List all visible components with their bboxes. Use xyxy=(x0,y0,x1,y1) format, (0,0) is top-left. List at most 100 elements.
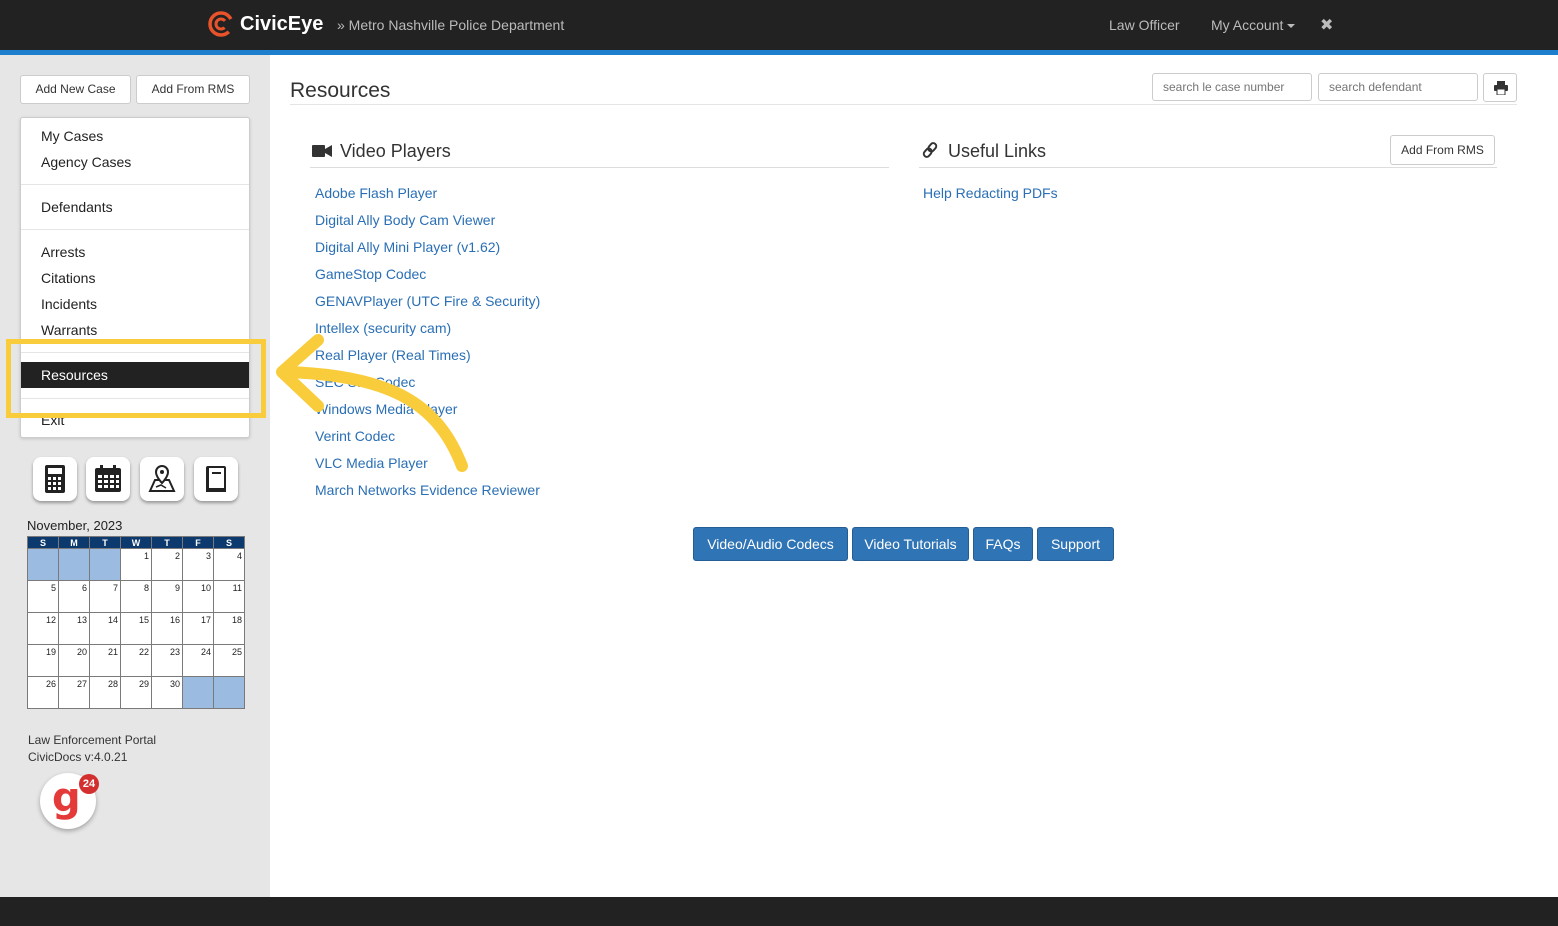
video-player-link[interactable]: GameStop Codec xyxy=(315,266,426,282)
calendar-day-cell[interactable]: 1 xyxy=(120,548,152,581)
calendar-day-cell[interactable]: 3 xyxy=(182,548,214,581)
video-player-link[interactable]: GENAVPlayer (UTC Fire & Security) xyxy=(315,293,540,309)
calendar-day-number: 4 xyxy=(236,551,242,561)
calendar-day-cell[interactable]: 20 xyxy=(58,644,90,677)
video-player-link[interactable]: Real Player (Real Times) xyxy=(315,347,471,363)
sidebar-item-warrants[interactable]: Warrants xyxy=(41,322,97,338)
calendar-empty-cell xyxy=(213,676,245,709)
section-divider xyxy=(310,167,889,168)
add-new-case-button[interactable]: Add New Case xyxy=(20,75,131,104)
calendar-day-cell[interactable]: 15 xyxy=(120,612,152,645)
calendar-day-header: S xyxy=(213,536,245,549)
civiceye-logo-icon xyxy=(208,11,234,37)
add-from-rms-button[interactable]: Add From RMS xyxy=(136,75,250,104)
calendar-day-cell[interactable]: 6 xyxy=(58,580,90,613)
calendar-day-number: 27 xyxy=(76,679,87,689)
calendar-day-number: 11 xyxy=(232,583,242,593)
calendar-day-cell[interactable]: 22 xyxy=(120,644,152,677)
calendar-day-cell[interactable]: 13 xyxy=(58,612,90,645)
calendar-day-cell[interactable]: 25 xyxy=(213,644,245,677)
calendar-day-header: M xyxy=(58,536,90,549)
sidebar-item-incidents[interactable]: Incidents xyxy=(41,296,97,312)
calendar-day-number: 6 xyxy=(81,583,87,593)
calendar-empty-cell xyxy=(182,676,214,709)
useful-links-heading: Useful Links xyxy=(921,141,1046,162)
calendar-day-cell[interactable]: 27 xyxy=(58,676,90,709)
calendar-day-cell[interactable]: 30 xyxy=(151,676,183,709)
calendar-day-cell[interactable]: 19 xyxy=(27,644,59,677)
g2-widget-button[interactable]: g 24 xyxy=(40,773,99,829)
my-account-dropdown[interactable]: My Account xyxy=(1211,17,1296,33)
calendar-day-cell[interactable]: 29 xyxy=(120,676,152,709)
calendar-day-cell[interactable]: 26 xyxy=(27,676,59,709)
calendar-day-cell[interactable]: 11 xyxy=(213,580,245,613)
department-name: » Metro Nashville Police Department xyxy=(337,17,565,33)
calendar-empty-cell xyxy=(89,548,121,581)
calendar-week-row: 19 20 21 22 23 24 25 xyxy=(27,644,245,677)
video-player-link[interactable]: March Networks Evidence Reviewer xyxy=(315,482,540,498)
video-player-link[interactable]: Digital Ally Mini Player (v1.62) xyxy=(315,239,500,255)
video-audio-codecs-button[interactable]: Video/Audio Codecs xyxy=(693,527,848,561)
calendar-day-header: T xyxy=(89,536,121,549)
video-tutorials-button[interactable]: Video Tutorials xyxy=(852,527,969,561)
top-navbar: CivicEye » Metro Nashville Police Depart… xyxy=(0,0,1558,55)
calendar-day-cell[interactable]: 10 xyxy=(182,580,214,613)
law-officer-link[interactable]: Law Officer xyxy=(1109,17,1180,33)
app-version: CivicDocs v:4.0.21 xyxy=(28,750,128,764)
calendar-day-cell[interactable]: 24 xyxy=(182,644,214,677)
useful-links-add-from-rms-button[interactable]: Add From RMS xyxy=(1390,135,1495,165)
calendar-day-number: 16 xyxy=(169,615,180,625)
sidebar-item-arrests[interactable]: Arrests xyxy=(41,244,85,260)
sidebar-item-agency-cases[interactable]: Agency Cases xyxy=(41,154,131,170)
calendar-day-cell[interactable]: 18 xyxy=(213,612,245,645)
video-camera-icon xyxy=(312,145,332,157)
calendar-day-header: S xyxy=(27,536,59,549)
video-player-link[interactable]: Adobe Flash Player xyxy=(315,185,437,201)
sidebar-item-my-cases[interactable]: My Cases xyxy=(41,128,103,144)
search-case-number-input[interactable] xyxy=(1152,73,1312,101)
video-player-link[interactable]: SEC SIR Codec xyxy=(315,374,415,390)
calendar-day-cell[interactable]: 2 xyxy=(151,548,183,581)
calendar-day-cell[interactable]: 5 xyxy=(27,580,59,613)
page-title: Resources xyxy=(290,79,391,102)
video-player-link[interactable]: VLC Media Player xyxy=(315,455,428,471)
calendar-day-cell[interactable]: 12 xyxy=(27,612,59,645)
calendar-empty-cell xyxy=(58,548,90,581)
calendar-day-cell[interactable]: 28 xyxy=(89,676,121,709)
calendar-day-cell[interactable]: 9 xyxy=(151,580,183,613)
faqs-button[interactable]: FAQs xyxy=(973,527,1033,561)
book-button[interactable] xyxy=(194,457,238,501)
calendar-day-cell[interactable]: 7 xyxy=(89,580,121,613)
calendar-button[interactable] xyxy=(86,457,130,501)
brand[interactable]: CivicEye xyxy=(208,11,323,37)
calendar-day-cell[interactable]: 8 xyxy=(120,580,152,613)
video-player-link[interactable]: Intellex (security cam) xyxy=(315,320,451,336)
print-button[interactable] xyxy=(1483,73,1517,102)
calculator-button[interactable] xyxy=(33,457,77,501)
calendar-day-number: 29 xyxy=(138,679,149,689)
calendar-day-cell[interactable]: 4 xyxy=(213,548,245,581)
calendar-day-cell[interactable]: 14 xyxy=(89,612,121,645)
calendar-day-cell[interactable]: 23 xyxy=(151,644,183,677)
calendar-day-number: 22 xyxy=(138,647,149,657)
sidebar-item-citations[interactable]: Citations xyxy=(41,270,95,286)
calendar-day-number: 26 xyxy=(45,679,56,689)
calendar-day-number: 15 xyxy=(138,615,149,625)
calendar-icon xyxy=(95,465,121,492)
support-button[interactable]: Support xyxy=(1037,527,1114,561)
map-button[interactable] xyxy=(140,457,184,501)
calendar-day-number: 23 xyxy=(169,647,180,657)
video-player-link[interactable]: Digital Ally Body Cam Viewer xyxy=(315,212,495,228)
sidebar-item-defendants[interactable]: Defendants xyxy=(41,199,113,215)
useful-link-help-redacting-pdfs[interactable]: Help Redacting PDFs xyxy=(923,185,1058,201)
calendar-day-cell[interactable]: 17 xyxy=(182,612,214,645)
video-player-link[interactable]: Verint Codec xyxy=(315,428,395,444)
search-defendant-input[interactable] xyxy=(1318,73,1478,101)
calendar-day-number: 8 xyxy=(143,583,149,593)
calendar-day-cell[interactable]: 21 xyxy=(89,644,121,677)
calendar-day-number: 7 xyxy=(112,583,118,593)
video-player-link[interactable]: Windows Media Player xyxy=(315,401,457,417)
close-icon[interactable]: ✖ xyxy=(1320,15,1333,35)
calendar-day-cell[interactable]: 16 xyxy=(151,612,183,645)
calendar-day-number: 1 xyxy=(143,551,149,561)
